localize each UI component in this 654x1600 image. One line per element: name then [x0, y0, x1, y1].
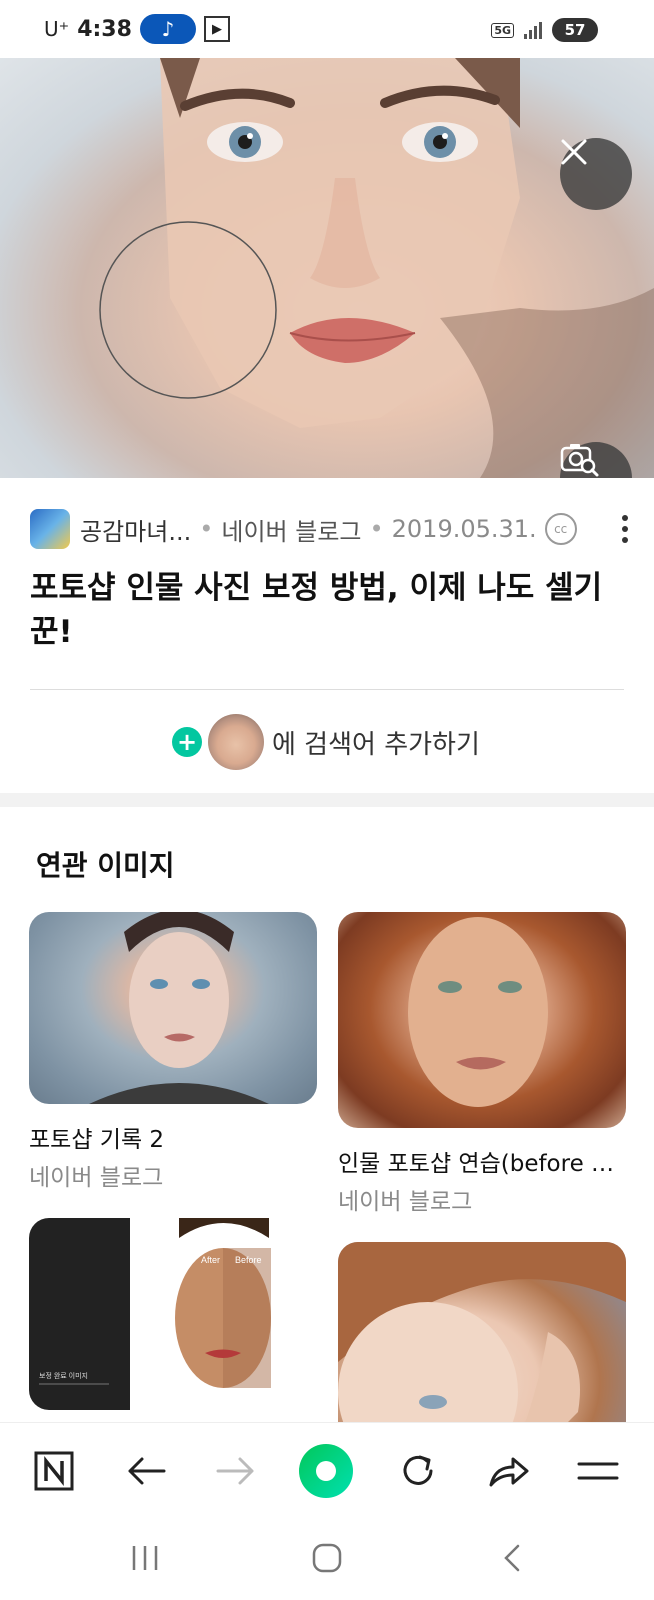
reload-icon[interactable] — [392, 1445, 444, 1497]
divider — [30, 689, 624, 690]
source-site[interactable]: 네이버 블로그 — [221, 512, 361, 547]
close-button[interactable] — [560, 138, 632, 210]
system-back-icon[interactable] — [482, 1538, 542, 1578]
before-label: Before — [235, 1255, 262, 1265]
face-thumbnail — [338, 1242, 626, 1442]
article-title[interactable]: 포토샵 인물 사진 보정 방법, 이제 나도 셀기꾼! — [30, 566, 630, 654]
more-options-icon[interactable] — [620, 514, 630, 550]
related-image[interactable] — [29, 912, 317, 1104]
related-card[interactable] — [338, 1242, 626, 1442]
source-row: 공감마녀... • 네이버 블로그 • 2019.05.31. cc — [30, 506, 630, 552]
network-type: 5G — [491, 22, 514, 38]
related-images-heading: 연관 이미지 — [36, 849, 175, 882]
related-card[interactable]: 인물 포토샵 연습(before & ... 네이버 블로그 — [338, 912, 626, 1216]
battery-level: 57 — [564, 21, 586, 39]
plus-icon: + — [172, 727, 202, 757]
close-icon — [561, 139, 587, 165]
related-image[interactable]: After Before 보정 완료 이미지 — [29, 1218, 317, 1410]
section-divider — [0, 793, 654, 807]
status-left: U⁺ 4:38 ♪ ▶ — [44, 14, 230, 44]
face-thumbnail — [408, 917, 548, 1107]
related-title[interactable]: 인물 포토샵 연습(before & ... — [338, 1144, 626, 1178]
separator-dot: • — [199, 515, 214, 543]
blog-logo[interactable] — [30, 509, 70, 549]
related-image[interactable] — [338, 1242, 626, 1442]
carrier-label: U⁺ — [44, 17, 70, 41]
before-after-thumbnail: After Before 보정 완료 이미지 — [39, 1218, 271, 1388]
image-caption: 보정 완료 이미지 — [39, 1371, 88, 1380]
cc-license-icon[interactable]: cc — [544, 513, 577, 545]
media-play-icon: ▶ — [203, 16, 230, 42]
share-icon[interactable] — [482, 1445, 534, 1497]
status-right: 5G 57 — [491, 18, 598, 42]
post-date: 2019.05.31. — [391, 515, 537, 543]
add-search-term-button[interactable]: + 에 검색어 추가하기 — [172, 714, 480, 770]
query-thumbnail — [208, 714, 264, 770]
back-icon[interactable] — [120, 1445, 172, 1497]
image-search-icon — [560, 444, 599, 477]
system-navigation-bar — [0, 1518, 654, 1600]
music-playing-icon[interactable]: ♪ — [139, 14, 196, 44]
related-title[interactable]: 포토샵 기록 2 — [29, 1120, 317, 1154]
clock: 4:38 — [77, 16, 132, 42]
related-image[interactable] — [338, 912, 626, 1128]
status-bar: U⁺ 4:38 ♪ ▶ 5G 57 — [0, 0, 654, 58]
separator-dot: • — [369, 515, 384, 543]
face-thumbnail — [89, 912, 269, 1104]
menu-icon[interactable] — [572, 1445, 624, 1497]
green-dot-icon[interactable] — [298, 1443, 354, 1499]
author-name[interactable]: 공감마녀... — [80, 512, 191, 547]
battery-indicator: 57 — [552, 18, 598, 42]
related-source: 네이버 블로그 — [29, 1165, 164, 1191]
recent-apps-icon[interactable] — [115, 1538, 175, 1578]
music-note-icon: ♪ — [161, 17, 175, 41]
hero-image[interactable] — [0, 58, 654, 478]
signal-icon — [524, 21, 542, 39]
cc-label: cc — [554, 522, 568, 536]
naver-home-icon[interactable] — [28, 1445, 80, 1497]
after-label: After — [201, 1255, 220, 1265]
home-icon[interactable] — [297, 1538, 357, 1578]
related-card[interactable]: 포토샵 기록 2 네이버 블로그 — [29, 912, 317, 1192]
add-search-label: 에 검색어 추가하기 — [272, 729, 480, 760]
related-source: 네이버 블로그 — [338, 1189, 473, 1215]
related-card[interactable]: After Before 보정 완료 이미지 — [29, 1218, 317, 1410]
hero-illustration — [99, 58, 654, 478]
browser-toolbar — [0, 1422, 654, 1519]
forward-icon[interactable] — [210, 1445, 262, 1497]
